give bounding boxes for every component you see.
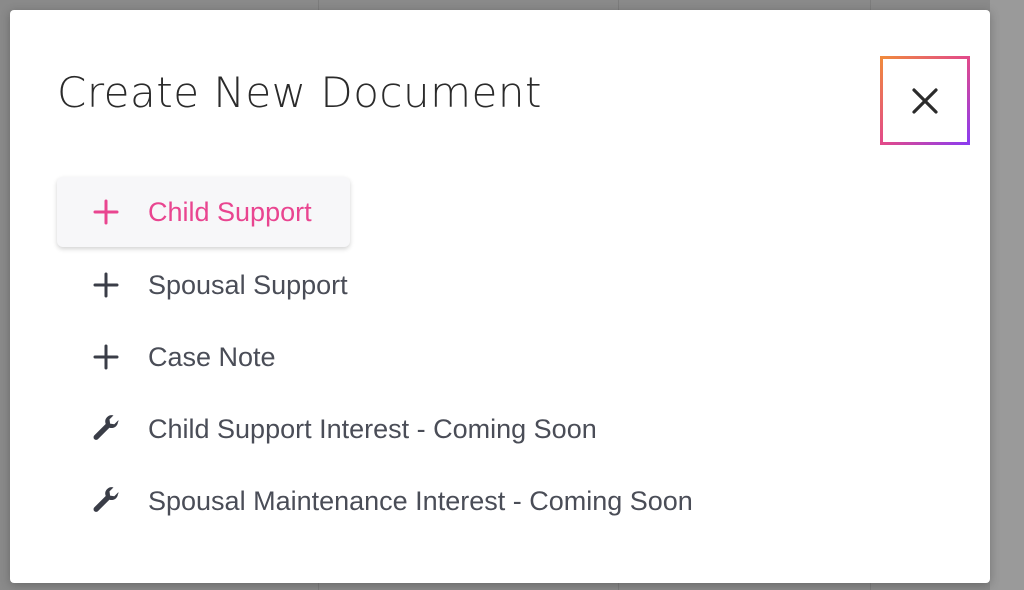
wrench-icon [91, 414, 121, 444]
plus-icon [91, 197, 121, 227]
plus-icon [91, 270, 121, 300]
menu-item-label: Child Support [148, 196, 312, 227]
menu-item-child-support-interest[interactable]: Child Support Interest - Coming Soon [57, 393, 837, 465]
menu-item-case-note[interactable]: Case Note [57, 321, 837, 393]
menu-item-spousal-maintenance-interest[interactable]: Spousal Maintenance Interest - Coming So… [57, 465, 837, 537]
document-type-list: Child Support Spousal Support Case Note [57, 177, 837, 537]
menu-item-label: Spousal Maintenance Interest - Coming So… [148, 485, 693, 516]
menu-item-label: Spousal Support [148, 269, 348, 300]
wrench-icon [91, 486, 121, 516]
create-document-modal: Create New Document Child Support Spousa… [10, 10, 990, 583]
close-icon [912, 87, 938, 114]
menu-item-child-support[interactable]: Child Support [57, 177, 350, 247]
close-button[interactable] [880, 56, 970, 145]
menu-item-label: Case Note [148, 341, 276, 372]
menu-item-label: Child Support Interest - Coming Soon [148, 413, 597, 444]
background-panel [990, 0, 1024, 590]
plus-icon [91, 342, 121, 372]
menu-item-spousal-support[interactable]: Spousal Support [57, 249, 837, 321]
modal-title: Create New Document [57, 68, 542, 117]
